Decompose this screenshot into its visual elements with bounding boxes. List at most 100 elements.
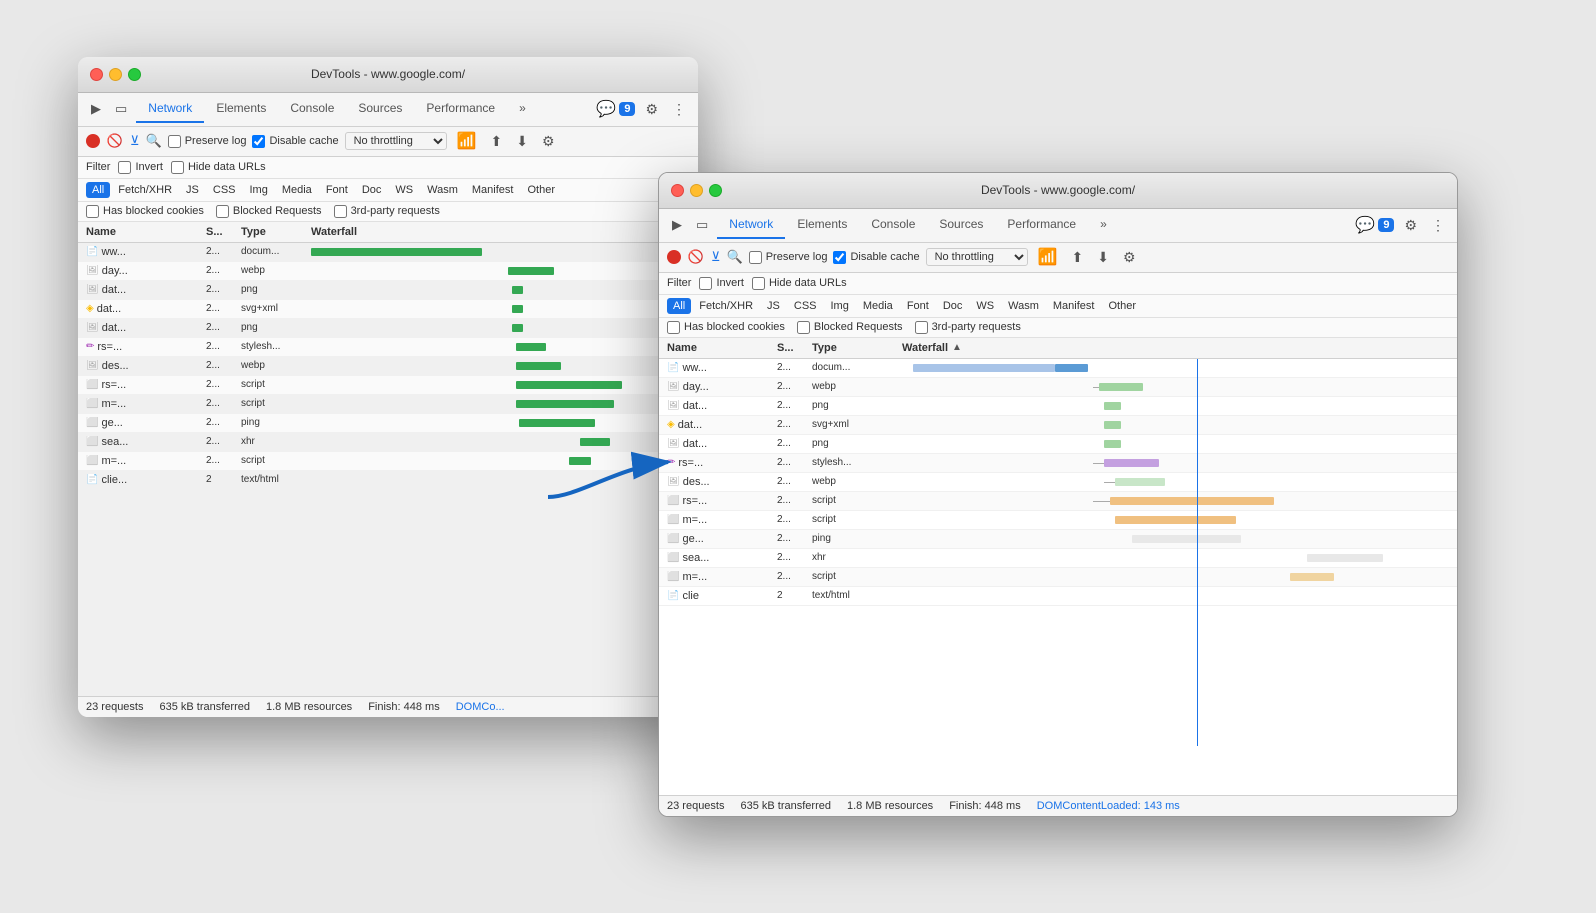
table-row[interactable]: ⬜ ge... 2... ping (78, 414, 698, 433)
table-row[interactable]: 🖼 dat... 2... png (78, 281, 698, 300)
table-row[interactable]: ⬜ rs=... 2... script (78, 376, 698, 395)
filter-icon-front[interactable]: ⊻ (711, 249, 721, 265)
disable-cache-cb-front[interactable] (833, 251, 846, 264)
invert-cb-front[interactable] (699, 277, 712, 290)
table-row[interactable]: ⬜ ge... 2... ping (659, 530, 1457, 549)
type-wasm-back[interactable]: Wasm (421, 182, 464, 198)
settings-btn-front[interactable]: ⚙ (1400, 215, 1421, 236)
table-row[interactable]: 🖼 dat... 2... png (659, 397, 1457, 416)
tab-network-back[interactable]: Network (136, 95, 204, 123)
table-row[interactable]: ✏ rs=... 2... stylesh... (78, 338, 698, 357)
hide-urls-cb-back[interactable] (171, 161, 184, 174)
blocked-cookies-cb-back[interactable] (86, 205, 99, 218)
close-btn-back[interactable] (90, 68, 103, 81)
table-row[interactable]: 🖼 des... 2... webp (78, 357, 698, 376)
throttle-select-front[interactable]: No throttling (926, 248, 1028, 266)
settings-btn-back[interactable]: ⚙ (641, 99, 662, 120)
import-btn-front[interactable]: ⬆ (1067, 247, 1087, 268)
tab-performance-back[interactable]: Performance (414, 95, 507, 123)
network-icon-front[interactable]: 📶 (1034, 245, 1062, 269)
tab-console-back[interactable]: Console (278, 95, 346, 123)
table-row[interactable]: ✏ rs=... 2... stylesh... (659, 454, 1457, 473)
maximize-btn-back[interactable] (128, 68, 141, 81)
disable-cache-cb-back[interactable] (252, 135, 265, 148)
type-ws-front[interactable]: WS (970, 298, 1000, 314)
table-row[interactable]: 📄 clie... 2 text/html (78, 471, 698, 490)
minimize-btn-front[interactable] (690, 184, 703, 197)
type-wasm-front[interactable]: Wasm (1002, 298, 1045, 314)
table-row[interactable]: 🖼 day... 2... webp (78, 262, 698, 281)
tab-more-back[interactable]: » (507, 95, 538, 123)
preserve-log-cb-back[interactable] (168, 135, 181, 148)
third-party-cb-front[interactable] (915, 321, 928, 334)
third-party-cb-back[interactable] (334, 205, 347, 218)
type-media-back[interactable]: Media (276, 182, 318, 198)
table-row[interactable]: ⬜ m=... 2... script (78, 452, 698, 471)
tab-elements-back[interactable]: Elements (204, 95, 278, 123)
cursor-tool-back[interactable]: ▶ (86, 98, 106, 120)
export-btn-back[interactable]: ⬇ (512, 131, 532, 152)
type-all-back[interactable]: All (86, 182, 110, 198)
type-media-front[interactable]: Media (857, 298, 899, 314)
type-font-front[interactable]: Font (901, 298, 935, 314)
table-row[interactable]: 🖼 day... 2... webp (659, 378, 1457, 397)
invert-cb-back[interactable] (118, 161, 131, 174)
type-font-back[interactable]: Font (320, 182, 354, 198)
tab-console-front[interactable]: Console (859, 211, 927, 239)
type-all-front[interactable]: All (667, 298, 691, 314)
type-manifest-back[interactable]: Manifest (466, 182, 520, 198)
table-row[interactable]: ⬜ sea... 2... xhr (659, 549, 1457, 568)
type-css-front[interactable]: CSS (788, 298, 823, 314)
type-img-back[interactable]: Img (244, 182, 274, 198)
type-css-back[interactable]: CSS (207, 182, 242, 198)
export-btn-front[interactable]: ⬇ (1093, 247, 1113, 268)
close-btn-front[interactable] (671, 184, 684, 197)
maximize-btn-front[interactable] (709, 184, 722, 197)
table-row[interactable]: 🖼 des... 2... webp (659, 473, 1457, 492)
type-fetch-front[interactable]: Fetch/XHR (693, 298, 759, 314)
record-btn-front[interactable] (667, 250, 681, 264)
table-row[interactable]: ⬜ rs=... 2... script (659, 492, 1457, 511)
tab-elements-front[interactable]: Elements (785, 211, 859, 239)
network-icon-back[interactable]: 📶 (453, 129, 481, 153)
throttle-select-back[interactable]: No throttling (345, 132, 447, 150)
search-icon-front[interactable]: 🔍 (727, 249, 743, 265)
dock-btn-front[interactable]: ▭ (691, 214, 713, 236)
clear-btn-back[interactable]: 🚫 (106, 132, 124, 150)
table-row[interactable]: ⬜ m=... 2... script (659, 568, 1457, 587)
type-js-front[interactable]: JS (761, 298, 786, 314)
cursor-tool-front[interactable]: ▶ (667, 214, 687, 236)
table-row[interactable]: ⬜ m=... 2... script (659, 511, 1457, 530)
hide-urls-cb-front[interactable] (752, 277, 765, 290)
tab-sources-back[interactable]: Sources (346, 95, 414, 123)
import-btn-back[interactable]: ⬆ (486, 131, 506, 152)
more-btn-front[interactable]: ⋮ (1427, 215, 1449, 236)
blocked-requests-cb-back[interactable] (216, 205, 229, 218)
type-other-front[interactable]: Other (1102, 298, 1142, 314)
blocked-requests-cb-front[interactable] (797, 321, 810, 334)
table-row[interactable]: 📄 ww... 2... docum... (659, 359, 1457, 378)
settings2-btn-front[interactable]: ⚙ (1119, 247, 1140, 268)
table-row[interactable]: ◈ dat... 2... svg+xml (78, 300, 698, 319)
preserve-log-cb-front[interactable] (749, 251, 762, 264)
type-fetch-back[interactable]: Fetch/XHR (112, 182, 178, 198)
col-header-waterfall-front[interactable]: Waterfall ▲ (902, 342, 1449, 354)
table-row[interactable]: 📄 clie 2 text/html (659, 587, 1457, 606)
col-header-status-front[interactable]: S... (777, 342, 812, 354)
type-doc-front[interactable]: Doc (937, 298, 969, 314)
record-btn-back[interactable] (86, 134, 100, 148)
type-ws-back[interactable]: WS (389, 182, 419, 198)
tab-sources-front[interactable]: Sources (927, 211, 995, 239)
tab-more-front[interactable]: » (1088, 211, 1119, 239)
type-js-back[interactable]: JS (180, 182, 205, 198)
table-row[interactable]: 🖼 dat... 2... png (659, 435, 1457, 454)
dock-btn-back[interactable]: ▭ (110, 98, 132, 120)
minimize-btn-back[interactable] (109, 68, 122, 81)
col-header-type-front[interactable]: Type (812, 342, 902, 354)
tab-performance-front[interactable]: Performance (995, 211, 1088, 239)
tab-network-front[interactable]: Network (717, 211, 785, 239)
type-img-front[interactable]: Img (825, 298, 855, 314)
settings2-btn-back[interactable]: ⚙ (538, 131, 559, 152)
filter-icon-back[interactable]: ⊻ (130, 133, 140, 149)
type-manifest-front[interactable]: Manifest (1047, 298, 1101, 314)
